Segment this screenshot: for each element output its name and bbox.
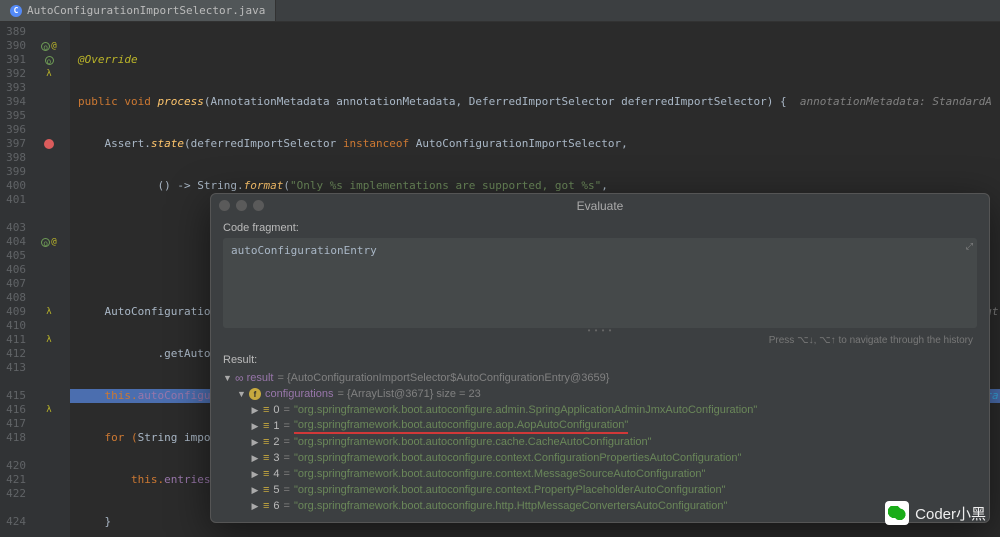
dialog-titlebar[interactable]: Evaluate: [211, 194, 989, 218]
tree-row[interactable]: ▶≡5 = "org.springframework.boot.autoconf…: [223, 482, 977, 498]
expand-icon[interactable]: ▶: [251, 421, 259, 432]
maximize-icon[interactable]: [253, 200, 264, 211]
element-icon: ≡: [263, 420, 269, 432]
collapse-icon[interactable]: ▼: [223, 373, 231, 383]
lambda-icon: λ: [46, 305, 51, 319]
element-icon: ≡: [263, 436, 269, 448]
tree-value: "org.springframework.boot.autoconfigure.…: [294, 404, 757, 416]
expand-icon[interactable]: ▶: [251, 501, 259, 512]
tree-row[interactable]: ▶≡1 = "org.springframework.boot.autoconf…: [223, 418, 977, 434]
tree-value: "org.springframework.boot.autoconfigure.…: [294, 500, 727, 512]
override-icon[interactable]: [41, 238, 50, 247]
expand-icon[interactable]: ▶: [251, 437, 259, 448]
fragment-label: Code fragment:: [211, 218, 989, 236]
tree-index: 1: [273, 420, 279, 432]
class-file-icon: C: [10, 5, 22, 17]
lambda-icon: λ: [46, 403, 51, 417]
tree-value: "org.springframework.boot.autoconfigure.…: [294, 468, 705, 480]
element-icon: ≡: [263, 484, 269, 496]
lambda-icon: λ: [46, 67, 51, 81]
impl-icon: @: [51, 235, 56, 249]
tree-row[interactable]: ▼ ∞ result = {AutoConfigurationImportSel…: [223, 370, 977, 386]
tree-row[interactable]: ▼ f configurations = {ArrayList@3671} si…: [223, 386, 977, 402]
field-icon: f: [249, 388, 261, 400]
evaluate-dialog: Evaluate Code fragment: autoConfiguratio…: [210, 193, 990, 523]
tree-index: 5: [273, 484, 279, 496]
override-icon[interactable]: [45, 56, 54, 65]
code-fragment-input[interactable]: autoConfigurationEntry ⤢: [223, 238, 977, 328]
editor-tab[interactable]: C AutoConfigurationImportSelector.java: [0, 0, 276, 21]
element-icon: ≡: [263, 500, 269, 512]
tree-value: "org.springframework.boot.autoconfigure.…: [294, 484, 726, 496]
tree-index: 0: [273, 404, 279, 416]
tree-index: 3: [273, 452, 279, 464]
minimize-icon[interactable]: [236, 200, 247, 211]
tree-row[interactable]: ▶≡4 = "org.springframework.boot.autoconf…: [223, 466, 977, 482]
element-icon: ≡: [263, 404, 269, 416]
tree-row[interactable]: ▶≡0 = "org.springframework.boot.autoconf…: [223, 402, 977, 418]
breakpoint-icon[interactable]: [44, 139, 54, 149]
tree-row[interactable]: ▶≡2 = "org.springframework.boot.autoconf…: [223, 434, 977, 450]
element-icon: ≡: [263, 452, 269, 464]
result-label: Result:: [211, 350, 989, 368]
tree-value: "org.springframework.boot.autoconfigure.…: [294, 452, 741, 464]
tab-filename: AutoConfigurationImportSelector.java: [27, 4, 265, 17]
tree-index: 4: [273, 468, 279, 480]
result-tree[interactable]: ▼ ∞ result = {AutoConfigurationImportSel…: [223, 370, 977, 514]
element-icon: ≡: [263, 468, 269, 480]
collapse-icon[interactable]: ▼: [237, 389, 245, 399]
watermark: Coder小黑: [885, 501, 986, 525]
expand-icon[interactable]: ▶: [251, 485, 259, 496]
close-icon[interactable]: [219, 200, 230, 211]
tab-bar: C AutoConfigurationImportSelector.java: [0, 0, 1000, 22]
fragment-text: autoConfigurationEntry: [231, 244, 377, 257]
tree-index: 2: [273, 436, 279, 448]
tree-row[interactable]: ▶≡3 = "org.springframework.boot.autoconf…: [223, 450, 977, 466]
override-icon[interactable]: [41, 42, 50, 51]
expand-icon[interactable]: ▶: [251, 469, 259, 480]
expand-icon[interactable]: ⤢: [966, 242, 973, 252]
dialog-title: Evaluate: [577, 199, 624, 213]
history-hint: Press ⌥↓, ⌥↑ to navigate through the his…: [211, 335, 989, 350]
tree-value: "org.springframework.boot.autoconfigure.…: [294, 419, 628, 434]
expand-icon[interactable]: ▶: [251, 405, 259, 416]
tree-index: 6: [273, 500, 279, 512]
gutter: 389 390@ 391 392λ 393 394 395 396 397 39…: [0, 22, 70, 537]
expand-icon[interactable]: ▶: [251, 453, 259, 464]
tree-row[interactable]: ▶≡6 = "org.springframework.boot.autoconf…: [223, 498, 977, 514]
wechat-icon: [885, 501, 909, 525]
watch-icon: ∞: [235, 371, 243, 385]
impl-icon: @: [51, 39, 56, 53]
lambda-icon: λ: [46, 333, 51, 347]
tree-value: "org.springframework.boot.autoconfigure.…: [294, 436, 652, 448]
